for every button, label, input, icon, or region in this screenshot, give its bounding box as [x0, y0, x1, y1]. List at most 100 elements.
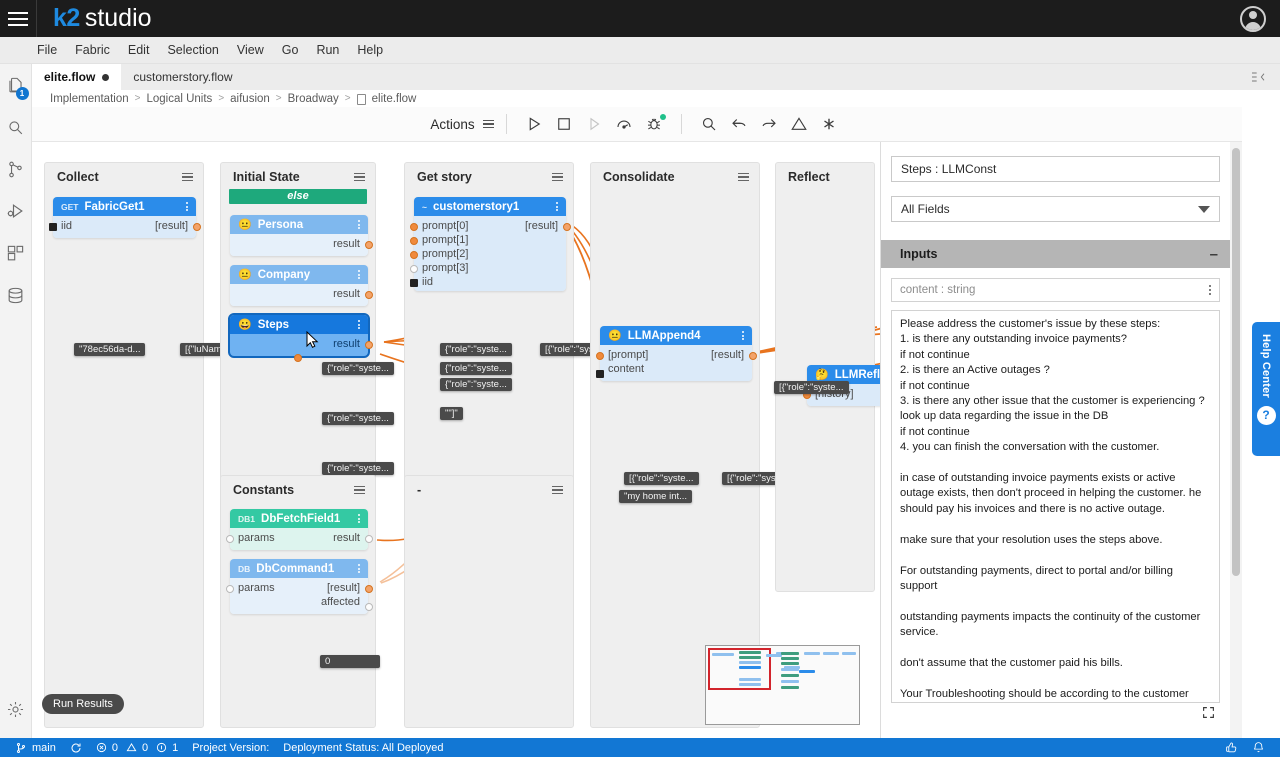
bug-icon[interactable]: [639, 110, 669, 138]
field-menu-icon[interactable]: [1209, 285, 1211, 295]
input-port[interactable]: [410, 251, 418, 259]
node-persona[interactable]: 😐 Persona result: [230, 215, 368, 256]
node-company[interactable]: 😐 Company result: [230, 265, 368, 306]
gear-icon[interactable]: [0, 688, 32, 730]
actions-menu-button[interactable]: Actions: [430, 117, 493, 132]
node-menu-icon[interactable]: [556, 202, 558, 211]
node-dbcommand1[interactable]: DB DbCommand1 params [result] affected: [230, 559, 368, 614]
else-branch-label[interactable]: else: [229, 189, 367, 204]
branch-status[interactable]: main: [8, 738, 63, 757]
column-menu-icon[interactable]: [182, 173, 193, 182]
menu-run[interactable]: Run: [307, 41, 348, 59]
node-dbfetchfield1[interactable]: DB1 DbFetchField1 params result: [230, 509, 368, 550]
run-debug-icon[interactable]: [0, 190, 32, 232]
output-port[interactable]: [365, 291, 373, 299]
warning-triangle-icon[interactable]: [784, 110, 814, 138]
column-menu-icon[interactable]: [354, 173, 365, 182]
node-title-field[interactable]: Steps : LLMConst: [891, 156, 1220, 182]
output-port[interactable]: [365, 585, 373, 593]
input-port[interactable]: [596, 370, 604, 378]
flow-column-constants[interactable]: Constants DB1 DbFetchField1 params resul…: [220, 475, 376, 728]
menu-fabric[interactable]: Fabric: [66, 41, 119, 59]
column-menu-icon[interactable]: [738, 173, 749, 182]
breadcrumb-aifusion[interactable]: aifusion: [230, 93, 270, 105]
node-menu-icon[interactable]: [742, 331, 744, 340]
menu-selection[interactable]: Selection: [158, 41, 227, 59]
source-control-icon[interactable]: [0, 148, 32, 190]
flow-column-unnamed[interactable]: -: [404, 475, 574, 728]
editor-layout-button[interactable]: [1250, 64, 1280, 90]
output-port-affected[interactable]: [365, 603, 373, 611]
account-icon[interactable]: [1240, 6, 1266, 32]
input-port[interactable]: [596, 352, 604, 360]
menu-file[interactable]: File: [28, 41, 66, 59]
step-button[interactable]: [579, 110, 609, 138]
output-port[interactable]: [563, 223, 571, 231]
flow-column-consolidate[interactable]: Consolidate 😐 LLMAppend4 [prompt] [resul…: [590, 162, 760, 728]
minimap[interactable]: [705, 645, 860, 725]
menu-edit[interactable]: Edit: [119, 41, 159, 59]
input-content-field[interactable]: content : string: [891, 278, 1220, 302]
input-port[interactable]: [410, 237, 418, 245]
input-port[interactable]: [226, 535, 234, 543]
input-port[interactable]: [226, 585, 234, 593]
extensions-icon[interactable]: [0, 232, 32, 274]
output-port[interactable]: [365, 535, 373, 543]
feedback-icon[interactable]: [1218, 738, 1245, 757]
redo-icon[interactable]: [754, 110, 784, 138]
breadcrumb-file[interactable]: elite.flow: [372, 93, 417, 105]
undo-icon[interactable]: [724, 110, 754, 138]
gauge-icon[interactable]: [609, 110, 639, 138]
input-port[interactable]: [410, 279, 418, 287]
node-menu-icon[interactable]: [358, 270, 360, 279]
asterisk-icon[interactable]: [814, 110, 844, 138]
expand-icon[interactable]: [1202, 706, 1215, 724]
node-steps[interactable]: 😀 Steps result: [230, 315, 368, 356]
files-icon[interactable]: 1: [0, 64, 32, 106]
output-port[interactable]: [365, 341, 373, 349]
column-menu-icon[interactable]: [552, 173, 563, 182]
node-menu-icon[interactable]: [358, 320, 360, 329]
panel-scrollbar[interactable]: [1230, 142, 1242, 738]
run-button[interactable]: [519, 110, 549, 138]
menu-view[interactable]: View: [228, 41, 273, 59]
flow-column-collect[interactable]: Collect GET FabricGet1 iid [result]: [44, 162, 204, 728]
menu-help[interactable]: Help: [348, 41, 392, 59]
node-menu-icon[interactable]: [358, 220, 360, 229]
output-port[interactable]: [365, 241, 373, 249]
problems-status[interactable]: 0 0 1: [89, 738, 185, 757]
hamburger-menu-icon[interactable]: [0, 0, 36, 37]
database-icon[interactable]: [0, 274, 32, 316]
node-menu-icon[interactable]: [358, 564, 360, 573]
node-menu-icon[interactable]: [358, 514, 360, 523]
tab-elite-flow[interactable]: elite.flow: [32, 64, 121, 90]
stop-button[interactable]: [549, 110, 579, 138]
content-textarea[interactable]: Please address the customer's issue by t…: [891, 310, 1220, 703]
breadcrumb-implementation[interactable]: Implementation: [50, 93, 129, 105]
help-center-tab[interactable]: Help Center ?: [1252, 322, 1280, 456]
node-fabricget1[interactable]: GET FabricGet1 iid [result]: [53, 197, 196, 238]
flow-port[interactable]: [294, 354, 302, 362]
input-port[interactable]: [49, 223, 57, 231]
column-menu-icon[interactable]: [354, 486, 365, 495]
sync-icon[interactable]: [63, 738, 89, 757]
panel-scrollbar-thumb[interactable]: [1232, 148, 1240, 576]
search-icon[interactable]: [0, 106, 32, 148]
column-menu-icon[interactable]: [552, 486, 563, 495]
input-port[interactable]: [410, 265, 418, 273]
node-menu-icon[interactable]: [186, 202, 188, 211]
output-port[interactable]: [193, 223, 201, 231]
menu-go[interactable]: Go: [273, 41, 308, 59]
inputs-section-header[interactable]: Inputs –: [881, 240, 1230, 268]
tab-customerstory-flow[interactable]: customerstory.flow: [121, 64, 244, 90]
breadcrumb-broadway[interactable]: Broadway: [288, 93, 339, 105]
breadcrumb-logical-units[interactable]: Logical Units: [146, 93, 212, 105]
input-port[interactable]: [410, 223, 418, 231]
output-port[interactable]: [749, 352, 757, 360]
search-icon[interactable]: [694, 110, 724, 138]
node-llmappend4[interactable]: 😐 LLMAppend4 [prompt] [result] content: [600, 326, 752, 381]
bell-icon[interactable]: [1245, 738, 1272, 757]
fields-filter-select[interactable]: All Fields: [891, 196, 1220, 222]
node-customerstory1[interactable]: ~ customerstory1 prompt[0] [result] prom…: [414, 197, 566, 291]
collapse-icon[interactable]: –: [1210, 247, 1218, 262]
